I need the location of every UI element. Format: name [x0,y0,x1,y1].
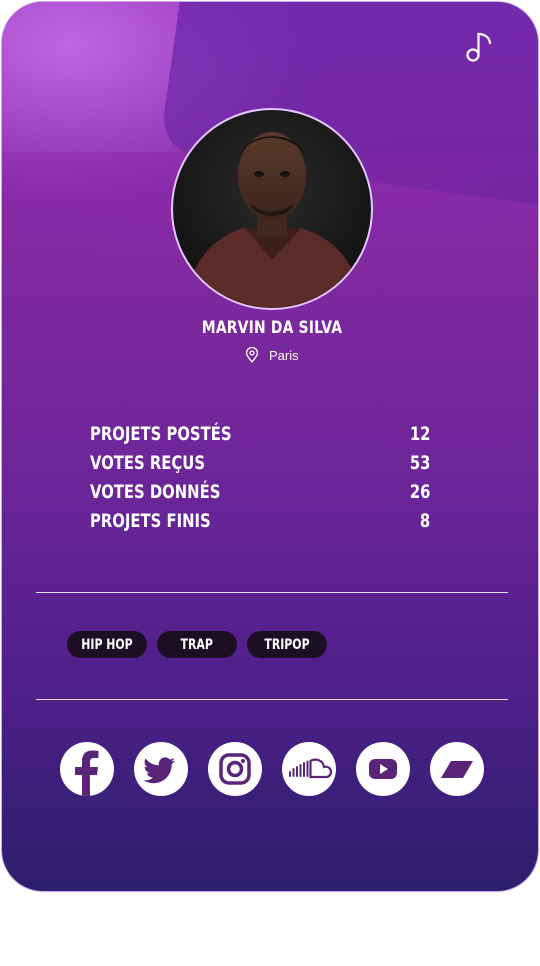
stat-label: PROJETS FINIS [90,509,211,532]
tag-label: HIP HOP [81,636,133,653]
tag-trap[interactable]: TRAP [157,631,237,658]
social-links [60,742,504,796]
deezer-button[interactable] [430,742,484,796]
stat-row-votes-recus: VOTES REÇUS 53 [90,448,430,477]
profile-name: MARVIN DA SILVA [201,318,343,338]
tag-label: TRIPOP [264,636,310,653]
stat-value: 8 [419,509,430,532]
divider [36,699,508,700]
stat-row-projets-finis: PROJETS FINIS 8 [90,506,430,535]
tag-label: TRAP [180,636,214,653]
twitter-icon [143,757,175,784]
tag-hip-hop[interactable]: HIP HOP [67,631,147,658]
stat-row-projets-postes: PROJETS POSTÉS 12 [90,419,430,448]
instagram-button[interactable] [208,742,262,796]
stat-value: 53 [409,451,430,474]
location-text: Paris [269,347,299,363]
soundcloud-icon [289,758,333,779]
twitter-button[interactable] [134,742,188,796]
deezer-icon [441,761,473,778]
profile-card: MARVIN DA SILVA Paris PROJETS POSTÉS 12 … [1,1,539,892]
facebook-button[interactable] [60,742,114,796]
youtube-button[interactable] [356,742,410,796]
stat-value: 12 [409,422,430,445]
youtube-icon [369,759,397,779]
stat-value: 26 [409,480,430,503]
stat-row-votes-donnes: VOTES DONNÉS 26 [90,477,430,506]
location-pin-icon [245,347,259,363]
genre-tags: HIP HOP TRAP TRIPOP [67,631,337,658]
stat-label: PROJETS POSTÉS [90,422,232,445]
soundcloud-button[interactable] [282,742,336,796]
tag-tripop[interactable]: TRIPOP [247,631,327,658]
stats-list: PROJETS POSTÉS 12 VOTES REÇUS 53 VOTES D… [90,419,430,535]
instagram-icon [219,753,251,785]
divider [36,592,508,593]
music-note-icon[interactable] [464,30,496,64]
avatar[interactable] [171,108,373,310]
location: Paris [245,345,299,365]
facebook-icon [75,750,99,796]
stat-label: VOTES REÇUS [90,451,206,474]
stat-label: VOTES DONNÉS [90,480,221,503]
